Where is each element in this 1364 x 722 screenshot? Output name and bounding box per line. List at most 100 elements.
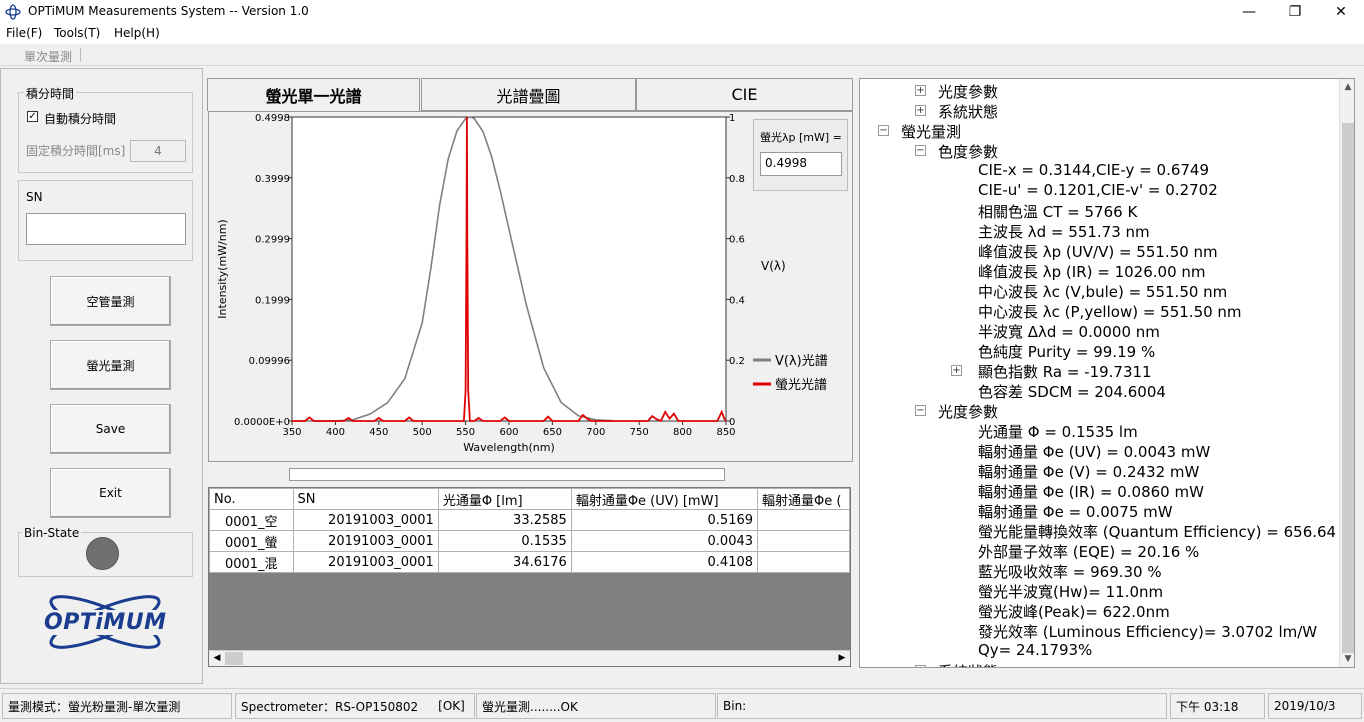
x-axis-label: Wavelength(nm) <box>463 441 555 454</box>
menu-tools[interactable]: Tools(T) <box>54 26 100 40</box>
scroll-down-icon[interactable]: ▼ <box>1340 651 1354 667</box>
tree-node[interactable]: 色容差 SDCM = 204.6004 <box>978 381 1166 402</box>
status-measure: 螢光量測........OK <box>476 693 716 719</box>
tree-node[interactable]: 半波寬 Δλd = 0.0000 nm <box>978 321 1160 342</box>
auto-integration-checkbox[interactable]: ✓ <box>27 111 38 122</box>
menu-bar: File(F) Tools(T) Help(H) <box>0 24 1364 44</box>
x-tick-label: 550 <box>456 427 475 438</box>
tree-node[interactable]: 螢光量測 <box>901 121 961 142</box>
tree-content: 光度參數 + 系統狀態 + 螢光量測 − 色度參數 − CIE-x = 0.3144,CIE-y… <box>860 79 1354 667</box>
legend-label: 螢光光譜 <box>775 378 827 393</box>
tree-node[interactable]: 光度參數 <box>938 401 998 422</box>
table-row[interactable]: 0001_螢 20191003_0001 0.1535 0.0043 <box>209 530 850 552</box>
tree-node[interactable]: 外部量子效率 (EQE) = 20.16 % <box>978 541 1199 562</box>
empty-tube-measure-button[interactable]: 空管量測 <box>50 276 171 326</box>
tree-node[interactable]: 峰值波長 λp (IR) = 1026.00 nm <box>978 261 1206 282</box>
menu-help[interactable]: Help(H) <box>114 26 160 40</box>
table-cell: 0.5169 <box>570 509 759 531</box>
tree-node[interactable]: 輻射通量 Φe (V) = 0.2432 mW <box>978 461 1199 482</box>
single-measure-button[interactable]: 單次量測 <box>24 48 72 65</box>
table-cell: 34.6176 <box>437 551 572 573</box>
table-row[interactable]: 0001_空 20191003_0001 33.2585 0.5169 <box>209 509 850 531</box>
table-header-cell[interactable]: No. <box>209 488 294 510</box>
expand-icon[interactable]: + <box>915 85 926 96</box>
tree-node[interactable]: 螢光波峰(Peak)= 622.0nm <box>978 601 1170 622</box>
tab-single-spectrum[interactable]: 螢光單一光譜 <box>207 78 420 111</box>
tree-node[interactable]: 顯色指數 Ra = -19.7311 <box>978 361 1152 382</box>
expand-icon[interactable]: + <box>915 105 926 116</box>
tree-node[interactable]: 輻射通量 Φe (IR) = 0.0860 mW <box>978 481 1204 502</box>
toolbar-separator <box>80 48 81 62</box>
tree-node[interactable]: 輻射通量 Φe = 0.0075 mW <box>978 501 1173 522</box>
status-time: 下午 03:18 <box>1170 693 1265 719</box>
tree-node[interactable]: 發光效率 (Luminous Efficiency)= 3.0702 lm/W <box>978 621 1317 642</box>
tree-node[interactable]: CIE-x = 0.3144,CIE-y = 0.6749 <box>978 161 1209 179</box>
tree-node[interactable]: 系統狀態 <box>938 101 998 122</box>
status-bar: 量測模式：螢光粉量測-單次量測 Spectrometer：RS-OP150802… <box>0 688 1364 722</box>
minimize-icon[interactable]: — <box>1226 0 1272 24</box>
scroll-up-icon[interactable]: ▲ <box>1340 79 1354 95</box>
integration-group-title: 積分時間 <box>24 85 77 102</box>
table-header-cell[interactable]: 光通量Φ [lm] <box>437 488 572 510</box>
expand-icon[interactable]: + <box>951 365 962 376</box>
tree-node[interactable]: 光度參數 <box>938 81 998 102</box>
fluorescence-measure-button[interactable]: 螢光量測 <box>50 340 171 390</box>
tree-node[interactable]: 藍光吸收效率 = 969.30 % <box>978 561 1162 582</box>
table-header-cell[interactable]: 輻射通量Φe (UV) [mW] <box>570 488 759 510</box>
tree-node[interactable]: 中心波長 λc (P,yellow) = 551.50 nm <box>978 301 1242 322</box>
y-tick-label: 0.09996 <box>249 356 290 367</box>
table-cell: 20191003_0001 <box>292 530 439 552</box>
logo-text: OPTiMUM <box>42 610 169 635</box>
scroll-left-icon[interactable]: ◀ <box>209 651 225 666</box>
vertical-scroll-thumb[interactable] <box>1342 123 1354 653</box>
table-cell: 0.1535 <box>437 530 572 552</box>
y-tick-label: 0.3999 <box>255 174 290 185</box>
tree-node[interactable]: 色度參數 <box>938 141 998 162</box>
tree-node[interactable]: Qy= 24.1793% <box>978 641 1092 659</box>
tree-node[interactable]: 螢光半波寬(Hw)= 11.0nm <box>978 581 1163 602</box>
tree-node[interactable]: 系統狀態 <box>938 661 998 667</box>
tree-node[interactable]: 相關色溫 CT = 5766 K <box>978 201 1137 222</box>
sn-input[interactable] <box>26 213 186 245</box>
close-icon[interactable]: ✕ <box>1318 0 1364 24</box>
x-tick-label: 800 <box>673 427 692 438</box>
expand-icon[interactable]: + <box>915 665 926 667</box>
tab-cie[interactable]: CIE <box>636 78 853 111</box>
tree-node[interactable]: 色純度 Purity = 99.19 % <box>978 341 1155 362</box>
fixed-integration-input[interactable]: 4 <box>130 140 186 162</box>
table-cell: 0.4108 <box>570 551 759 573</box>
tree-node[interactable]: 光通量 Φ = 0.1535 lm <box>978 421 1138 442</box>
table-row[interactable]: 0001_混 20191003_0001 34.6176 0.4108 <box>209 551 850 573</box>
tree-node[interactable]: 輻射通量 Φe (UV) = 0.0043 mW <box>978 441 1210 462</box>
scroll-right-icon[interactable]: ▶ <box>834 651 850 666</box>
restore-icon[interactable]: ❐ <box>1272 0 1318 24</box>
results-table-container: No. SN 光通量Φ [lm] 輻射通量Φe (UV) [mW] 輻射通量Φe ( 0… <box>208 487 851 667</box>
table-cell: 33.2585 <box>437 509 572 531</box>
tree-node[interactable]: 螢光能量轉換效率 (Quantum Efficiency) = 656.64 % <box>978 521 1354 542</box>
collapse-icon[interactable]: − <box>915 405 926 416</box>
x-tick-label: 500 <box>413 427 432 438</box>
collapse-icon[interactable]: − <box>915 145 926 156</box>
peak-value-field[interactable]: 0.4998 <box>760 152 842 176</box>
sn-label: SN <box>26 190 43 204</box>
y2-tick-label: 0 <box>729 417 735 428</box>
tree-node[interactable]: 峰值波長 λp (UV/V) = 551.50 nm <box>978 241 1218 262</box>
peak-label: 螢光λp [mW] = <box>760 131 842 144</box>
tab-spectrum-overlay[interactable]: 光譜疊圖 <box>421 78 636 111</box>
menu-file[interactable]: File(F) <box>6 26 42 40</box>
title-bar: OPTiMUM Measurements System -- Version 1… <box>0 0 1364 24</box>
exit-button[interactable]: Exit <box>50 468 171 518</box>
tree-node[interactable]: 主波長 λd = 551.73 nm <box>978 221 1150 242</box>
table-header-cell[interactable]: SN <box>292 488 439 510</box>
tree-node[interactable]: CIE-u' = 0.1201,CIE-v' = 0.2702 <box>978 181 1218 199</box>
table-header-cell[interactable]: 輻射通量Φe ( <box>757 488 850 510</box>
scroll-thumb[interactable] <box>225 652 243 665</box>
horizontal-scrollbar[interactable]: ◀ ▶ <box>209 650 850 666</box>
save-button[interactable]: Save <box>50 404 171 454</box>
x-tick-label: 750 <box>630 427 649 438</box>
y2-axis-label: V(λ) <box>761 259 786 273</box>
tree-node[interactable]: 中心波長 λc (V,bule) = 551.50 nm <box>978 281 1227 302</box>
table-cell: 0001_螢 <box>209 530 294 552</box>
vertical-scrollbar[interactable]: ▲ ▼ <box>1339 79 1354 667</box>
collapse-icon[interactable]: − <box>878 125 889 136</box>
